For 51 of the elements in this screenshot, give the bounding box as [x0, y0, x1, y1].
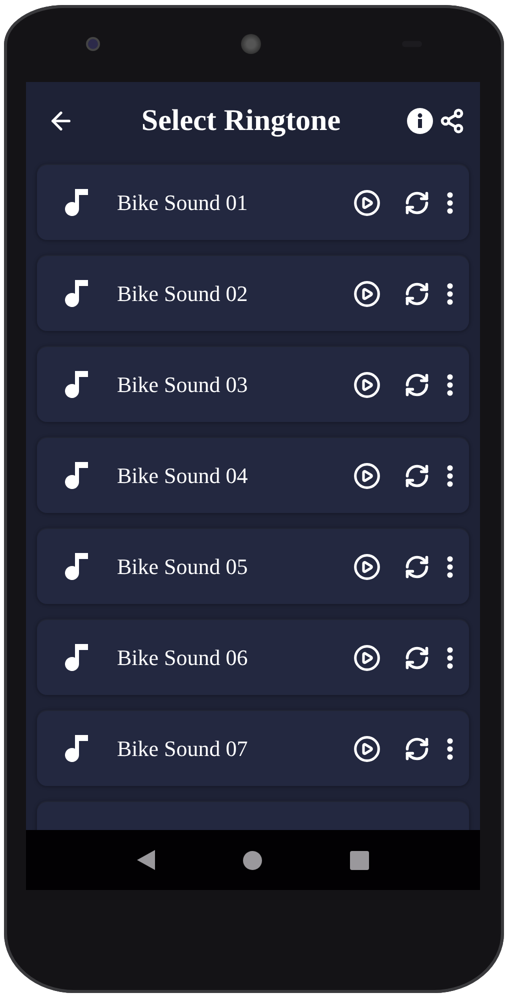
ringtone-card[interactable]: Bike Sound 02 — [37, 256, 469, 331]
ringtone-name: Bike Sound 05 — [117, 554, 249, 580]
more-options-icon[interactable] — [447, 556, 453, 578]
ringtone-card[interactable]: Bike Sound 03 — [37, 347, 469, 422]
ringtone-name: Bike Sound 04 — [117, 462, 249, 488]
music-note-icon — [63, 278, 91, 310]
ringtone-name: Bike Sound 07 — [117, 736, 249, 762]
ringtone-name: Bike Sound 01 — [117, 190, 249, 216]
music-note-icon — [63, 732, 91, 764]
back-nav-icon[interactable] — [137, 850, 155, 870]
ringtone-name: Bike Sound 03 — [117, 372, 249, 398]
more-options-icon[interactable] — [447, 374, 453, 396]
music-note-icon — [63, 642, 91, 674]
play-button[interactable] — [353, 734, 381, 762]
camera-lens — [86, 36, 100, 50]
more-options-icon[interactable] — [447, 464, 453, 486]
info-icon — [407, 108, 433, 134]
share-button[interactable] — [439, 108, 465, 134]
more-options-icon[interactable] — [447, 738, 453, 760]
set-ringtone-button[interactable] — [404, 280, 430, 306]
ringtone-name: Bike Sound 02 — [117, 280, 249, 306]
set-ringtone-button[interactable] — [404, 554, 430, 580]
ringtone-name: Bike Sound 06 — [117, 644, 249, 670]
music-note-icon — [63, 460, 91, 492]
more-options-icon[interactable] — [447, 192, 453, 214]
info-button[interactable] — [407, 108, 433, 134]
set-ringtone-button[interactable] — [404, 644, 430, 670]
set-ringtone-button[interactable] — [404, 736, 430, 762]
ringtone-card[interactable]: Bike Sound 04 — [37, 438, 469, 513]
screen-title: Select Ringtone — [140, 104, 342, 138]
home-nav-icon[interactable] — [243, 850, 262, 870]
play-button[interactable] — [353, 370, 381, 398]
music-note-icon — [63, 368, 91, 400]
recents-nav-icon[interactable] — [350, 850, 369, 870]
play-button[interactable] — [353, 188, 381, 216]
more-options-icon[interactable] — [447, 282, 453, 304]
more-options-icon[interactable] — [447, 646, 453, 668]
play-button[interactable] — [353, 280, 381, 308]
play-button[interactable] — [353, 462, 381, 490]
play-button[interactable] — [353, 644, 381, 672]
speaker-grille — [241, 34, 261, 54]
music-note-icon — [63, 550, 91, 582]
play-button[interactable] — [353, 552, 381, 580]
set-ringtone-button[interactable] — [404, 372, 430, 398]
ringtone-card[interactable]: Bike Sound 06 — [37, 620, 469, 695]
set-ringtone-button[interactable] — [404, 462, 430, 488]
ringtone-card[interactable]: Bike Sound 05 — [37, 529, 469, 604]
ringtone-card[interactable]: Bike Sound 01 — [37, 165, 469, 240]
set-ringtone-button[interactable] — [404, 190, 430, 216]
music-note-icon — [63, 186, 91, 218]
ringtone-card[interactable]: Bike Sound 07 — [37, 711, 469, 786]
